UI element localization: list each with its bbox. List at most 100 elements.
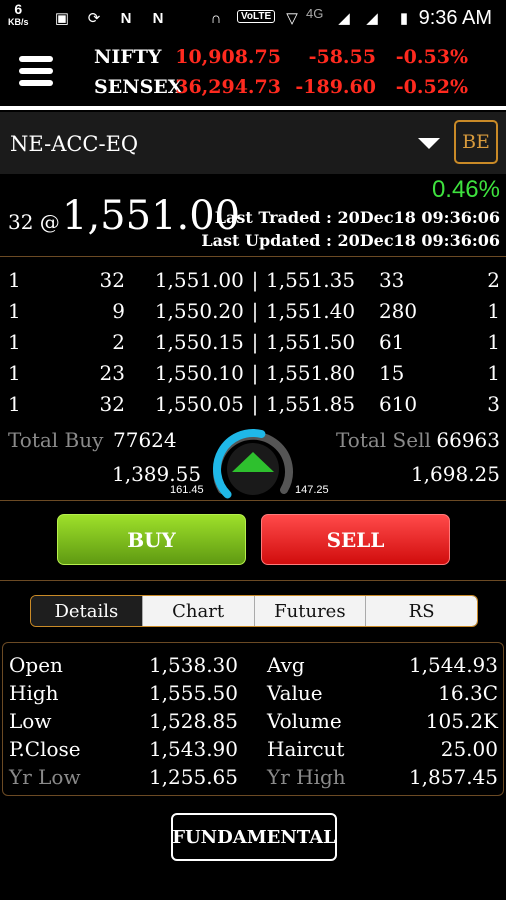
network-speed-unit: KB/s: [8, 17, 29, 27]
sell-price: 1,551.35: [266, 267, 356, 292]
detail-value: 1,857.45: [408, 765, 498, 789]
detail-value: 25.00: [440, 737, 498, 761]
network-speed: 6 KB/s: [8, 1, 29, 29]
buy-price: 1,550.15: [154, 329, 244, 354]
dropdown-arrow-icon[interactable]: [418, 138, 440, 149]
market-depth-table: 1 32 1,551.00 | 1,551.35 33 2 1 9 1,550.20 | 1,551.…: [8, 264, 500, 419]
buy-qty: 9: [112, 298, 125, 323]
last-traded-time: Last Traded : 20Dec18 09:36:06: [214, 208, 500, 227]
separator: |: [251, 329, 259, 354]
detail-label: Yr High: [267, 765, 346, 789]
separator: |: [251, 360, 259, 385]
index-name: SENSEX: [94, 76, 183, 98]
buy-orders: 1: [8, 267, 21, 292]
index-change-pct: -0.53%: [395, 46, 468, 68]
buy-orders: 1: [8, 298, 21, 323]
detail-label: High: [9, 681, 59, 705]
day-low-price: 1,389.55: [112, 462, 202, 486]
sell-orders: 2: [487, 267, 500, 292]
total-buy-value: 77624: [113, 428, 177, 452]
sell-price: 1,551.80: [266, 360, 356, 385]
detail-value: 1,544.93: [408, 653, 498, 677]
sell-qty: 33: [378, 267, 405, 292]
detail-label: Open: [9, 653, 63, 677]
battery-icon: ▮: [399, 10, 409, 27]
gauge-right-value: 147.25: [295, 484, 329, 496]
sell-qty: 610: [378, 391, 418, 416]
image-icon: ▣: [54, 10, 70, 27]
day-high-price: 1,698.25: [410, 462, 500, 486]
sell-qty: 15: [378, 360, 405, 385]
series-button[interactable]: BE: [454, 120, 498, 164]
signal-icon: ◢: [338, 10, 350, 27]
sell-qty: 280: [378, 298, 418, 323]
divider: [0, 256, 506, 257]
buy-qty: 32: [99, 391, 125, 416]
fundamental-button[interactable]: FUNDAMENTAL: [171, 813, 337, 861]
detail-value: 16.3C: [438, 681, 498, 705]
sell-orders: 1: [487, 329, 500, 354]
clock: 9:36 AM: [418, 7, 492, 29]
symbol-name: NE-ACC-EQ: [10, 132, 139, 156]
network-speed-value: 6: [14, 1, 23, 17]
detail-value: 1,528.85: [148, 709, 238, 733]
buy-qty: 32: [99, 267, 125, 292]
divider: [0, 500, 506, 501]
last-updated-time: Last Updated : 20Dec18 09:36:06: [201, 231, 500, 250]
last-traded-qty: 32 @: [8, 210, 60, 234]
sell-qty: 61: [378, 329, 405, 354]
buy-qty: 2: [112, 329, 125, 354]
index-change-pct: -0.52%: [395, 76, 468, 98]
index-value: 10,908.75: [175, 46, 281, 68]
total-sell-label: Total Sell: [336, 428, 431, 452]
buy-orders: 1: [8, 360, 21, 385]
sell-price: 1,551.85: [266, 391, 356, 416]
detail-value: 1,255.65: [148, 765, 238, 789]
index-value: 36,294.73: [175, 76, 281, 98]
tab-rs[interactable]: RS: [365, 596, 477, 626]
sell-button[interactable]: SELL: [261, 514, 450, 565]
detail-label: Low: [9, 709, 52, 733]
detail-label: Volume: [267, 709, 342, 733]
status-bar: 6 KB/s ▣ ⟳ N N ∩ VoLTE ▽ 4G ◢ ◢ ▮ 9:36 A…: [0, 0, 506, 36]
sell-orders: 1: [487, 360, 500, 385]
signal-roaming-icon: ◢: [366, 10, 378, 27]
total-buy-label: Total Buy: [8, 428, 104, 452]
buy-price: 1,551.00: [154, 267, 244, 292]
detail-label: P.Close: [9, 737, 81, 761]
detail-tabs: Details Chart Futures RS: [30, 595, 478, 627]
index-change: -189.60: [295, 76, 376, 98]
notification-n-icon: N: [120, 9, 132, 27]
detail-value: 1,555.50: [148, 681, 238, 705]
detail-value: 1,543.90: [148, 737, 238, 761]
separator: |: [251, 267, 259, 292]
tab-futures[interactable]: Futures: [253, 596, 366, 626]
buy-button[interactable]: BUY: [57, 514, 246, 565]
hamburger-menu-icon[interactable]: [19, 56, 53, 92]
notification-n-icon: N: [152, 9, 164, 27]
detail-label: Yr Low: [9, 765, 81, 789]
depth-row: 1 2 1,550.15 | 1,551.50 61 1: [8, 326, 500, 357]
sync-icon: ⟳: [87, 10, 101, 27]
separator: |: [251, 391, 259, 416]
headset-icon: ∩: [210, 9, 222, 27]
depth-row: 1 32 1,550.05 | 1,551.85 610 3: [8, 388, 500, 419]
change-percent: 0.46%: [431, 176, 500, 203]
depth-row: 1 23 1,550.10 | 1,551.80 15 1: [8, 357, 500, 388]
total-sell-value: 66963: [436, 428, 500, 452]
price-gauge: [213, 429, 293, 499]
divider: [0, 580, 506, 581]
sell-price: 1,551.50: [266, 329, 356, 354]
wifi-icon: ▽: [286, 10, 298, 27]
buy-price: 1,550.20: [154, 298, 244, 323]
buy-price: 1,550.05: [154, 391, 244, 416]
buy-orders: 1: [8, 329, 21, 354]
detail-label: Avg: [267, 653, 305, 677]
tab-details[interactable]: Details: [31, 596, 142, 626]
volte-badge: VoLTE: [237, 10, 276, 23]
sell-orders: 3: [487, 391, 500, 416]
index-change: -58.55: [308, 46, 376, 68]
detail-value: 105.2K: [425, 709, 498, 733]
tab-chart[interactable]: Chart: [141, 596, 254, 626]
depth-row: 1 9 1,550.20 | 1,551.40 280 1: [8, 295, 500, 326]
